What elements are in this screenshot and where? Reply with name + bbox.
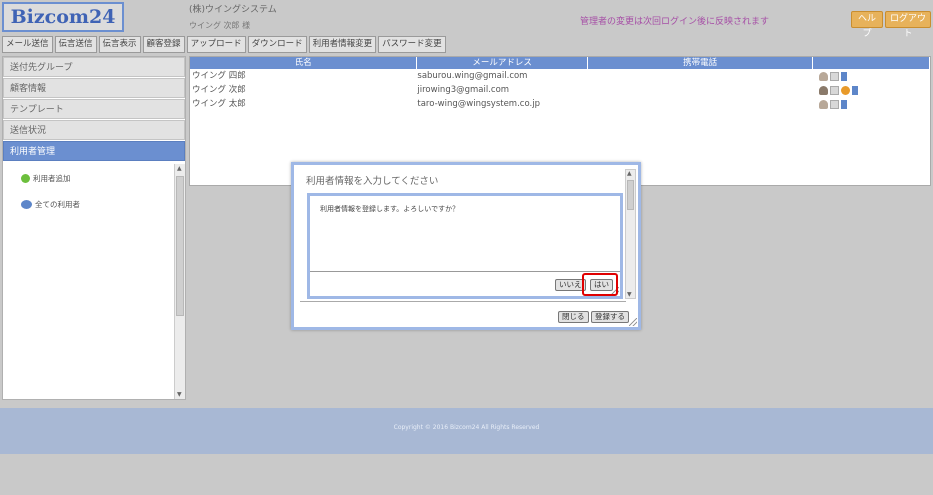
scroll-up-icon[interactable]: ▲ xyxy=(177,165,182,172)
add-user-label: 利用者追加 xyxy=(33,174,71,183)
register-button[interactable]: 登録する xyxy=(591,311,629,323)
sidebar-item-customer-info[interactable]: 顧客情報 xyxy=(3,78,185,98)
confirm-divider xyxy=(310,271,620,272)
delete-icon[interactable] xyxy=(841,85,851,95)
col-phone: 携帯電話 xyxy=(588,57,814,69)
sidebar: 送付先グループ 顧客情報 テンプレート 送信状況 利用者管理 利用者追加 全ての… xyxy=(2,56,186,400)
dialog-title: 利用者情報を入力してください xyxy=(306,176,439,187)
permission-icon[interactable] xyxy=(841,71,848,81)
row-actions xyxy=(813,83,930,97)
cell-phone xyxy=(588,83,813,97)
confirm-dialog: 利用者情報を登録します。よろしいですか？ いいえ はい xyxy=(307,193,623,299)
user-name: ウイング 次郎 様 xyxy=(189,21,251,30)
show-message-button[interactable]: 伝言表示 xyxy=(98,36,141,53)
cell-name: ウイング 四郎 xyxy=(192,71,246,81)
cell-email: saburou.wing@gmail.com xyxy=(417,71,528,81)
change-user-info-button[interactable]: 利用者情報変更 xyxy=(308,36,377,53)
dialog-divider xyxy=(300,301,626,302)
close-button[interactable]: 閉じる xyxy=(558,311,589,323)
table-row[interactable]: ウイング 太郎 taro-wing@wingsystem.co.jp xyxy=(190,97,930,111)
download-button[interactable]: ダウンロード xyxy=(247,36,307,53)
sidebar-item-templates[interactable]: テンプレート xyxy=(3,99,185,119)
table-row[interactable]: ウイング 次郎 jirowing3@gmail.com xyxy=(190,83,930,97)
row-actions xyxy=(813,97,930,111)
logout-button[interactable]: ログアウト xyxy=(885,11,931,39)
add-icon xyxy=(21,174,30,183)
permission-icon[interactable] xyxy=(852,85,859,95)
col-name: 氏名 xyxy=(190,57,418,69)
user-icon[interactable] xyxy=(819,99,829,109)
edit-icon[interactable] xyxy=(830,99,840,109)
copyright-text: Copyright © 2016 Bizcom24 All Rights Res… xyxy=(393,424,540,431)
row-actions xyxy=(813,69,930,83)
sidebar-scrollbar[interactable]: ▲ ▼ xyxy=(174,164,185,399)
scroll-down-icon[interactable]: ▼ xyxy=(627,291,632,298)
user-icon[interactable] xyxy=(819,71,829,81)
send-mail-button[interactable]: メール送信 xyxy=(2,36,53,53)
send-message-button[interactable]: 伝言送信 xyxy=(54,36,97,53)
no-button[interactable]: いいえ xyxy=(555,279,586,291)
cell-email: jirowing3@gmail.com xyxy=(417,85,510,95)
sidebar-item-user-management[interactable]: 利用者管理 xyxy=(3,141,185,161)
cell-phone xyxy=(588,69,813,83)
company-name: (株)ウイングシステム xyxy=(189,5,277,15)
page-bottom xyxy=(0,454,933,495)
cell-email: taro-wing@wingsystem.co.jp xyxy=(417,99,540,109)
table-row[interactable]: ウイング 四郎 saburou.wing@gmail.com xyxy=(190,69,930,83)
upload-button[interactable]: アップロード xyxy=(186,36,246,53)
sidebar-item-recipient-groups[interactable]: 送付先グループ xyxy=(3,57,185,77)
edit-icon[interactable] xyxy=(830,85,840,95)
toolbar: メール送信 伝言送信 伝言表示 顧客登録 アップロード ダウンロード 利用者情報… xyxy=(2,36,448,53)
footer: Copyright © 2016 Bizcom24 All Rights Res… xyxy=(0,408,933,454)
table-header: 氏名 メールアドレス 携帯電話 xyxy=(190,57,931,69)
cell-name: ウイング 次郎 xyxy=(192,85,246,95)
col-actions xyxy=(813,57,931,69)
cell-name: ウイング 太郎 xyxy=(192,99,246,109)
change-password-button[interactable]: パスワード変更 xyxy=(378,36,446,53)
help-button[interactable]: ヘルプ xyxy=(851,11,883,39)
user-icon[interactable] xyxy=(819,85,829,95)
sidebar-item-send-status[interactable]: 送信状況 xyxy=(3,120,185,140)
logo: Bizcom24 xyxy=(2,2,124,32)
resize-grip-icon[interactable] xyxy=(629,318,637,326)
notice-text: 管理者の変更は次回ログイン後に反映されます xyxy=(580,17,770,27)
col-email: メールアドレス xyxy=(417,57,588,69)
scroll-down-icon[interactable]: ▼ xyxy=(177,391,182,398)
scroll-up-icon[interactable]: ▲ xyxy=(627,170,632,177)
yes-button-highlight xyxy=(582,273,618,296)
register-customer-button[interactable]: 顧客登録 xyxy=(142,36,185,53)
scrollbar-thumb[interactable] xyxy=(176,176,184,316)
permission-icon[interactable] xyxy=(841,99,848,109)
add-user-link[interactable]: 利用者追加 xyxy=(21,173,71,184)
edit-icon[interactable] xyxy=(830,71,840,81)
confirm-message: 利用者情報を登録します。よろしいですか？ xyxy=(320,205,460,213)
dialog-scrollbar[interactable]: ▲ ▼ xyxy=(625,169,636,299)
all-users-label: 全ての利用者 xyxy=(35,200,80,209)
cell-phone xyxy=(588,97,813,111)
user-management-panel: 利用者追加 全ての利用者 xyxy=(3,164,175,399)
scrollbar-thumb[interactable] xyxy=(627,180,634,210)
users-icon xyxy=(21,200,32,209)
all-users-link[interactable]: 全ての利用者 xyxy=(21,199,80,210)
